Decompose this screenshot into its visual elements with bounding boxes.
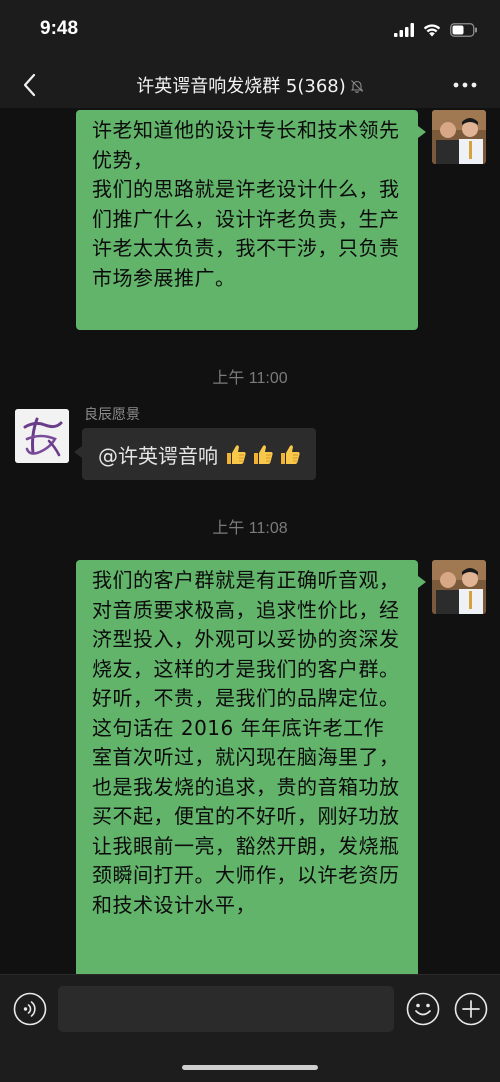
home-indicator[interactable] xyxy=(182,1065,318,1070)
more-button[interactable] xyxy=(450,74,480,96)
thumbs-up-icon xyxy=(227,445,246,464)
outgoing-message[interactable]: 许老知道他的设计专长和技术领先优势， 我们的思路就是许老设计什么，我们推广什么，… xyxy=(76,110,426,330)
user-photo-avatar xyxy=(432,560,486,614)
status-icons xyxy=(394,20,478,40)
bell-muted-icon xyxy=(350,77,364,98)
wifi-icon xyxy=(423,24,441,37)
more-functions-button[interactable] xyxy=(454,992,488,1026)
thumbs-up-icon xyxy=(281,445,300,464)
status-bar: 9:48 xyxy=(0,0,500,62)
user-photo-avatar xyxy=(432,110,486,164)
timestamp: 上午 11:00 xyxy=(212,370,288,387)
chat-title: 许英谔音响发烧群 5(368) xyxy=(0,72,500,98)
calligraphy-avatar xyxy=(15,409,69,463)
voice-button[interactable] xyxy=(13,992,47,1026)
cellular-signal-icon xyxy=(394,23,414,37)
sender-name: 良辰愿景 xyxy=(84,407,140,423)
message-input[interactable] xyxy=(58,986,394,1032)
voice-input-icon xyxy=(13,992,47,1026)
avatar[interactable] xyxy=(432,110,486,164)
emoji-button[interactable] xyxy=(406,992,440,1026)
incoming-message[interactable]: @许英谔音响 xyxy=(74,428,316,480)
status-time: 9:48 xyxy=(40,18,79,39)
thumbs-up-icon xyxy=(254,445,273,464)
timestamp: 上午 11:08 xyxy=(212,520,288,537)
message-list[interactable]: 许老知道他的设计专长和技术领先优势， 我们的思路就是许老设计什么，我们推广什么，… xyxy=(0,108,500,974)
mention-text: @许英谔音响 xyxy=(98,443,218,468)
emoji-smile-icon xyxy=(406,992,440,1026)
emoji-group xyxy=(224,442,302,466)
group-name: 许英谔音响发烧群 5(368) xyxy=(136,76,346,97)
plus-circle-icon xyxy=(454,992,488,1026)
avatar[interactable] xyxy=(432,560,486,614)
input-bar xyxy=(0,974,500,1082)
battery-icon xyxy=(450,23,477,37)
outgoing-message[interactable]: 我们的客户群就是有正确听音观，对音质要求极高，追求性价比，经济型投入，外观可以妥… xyxy=(76,560,426,974)
avatar[interactable] xyxy=(15,409,69,463)
more-dots-icon xyxy=(453,82,477,88)
chat-nav-bar: 许英谔音响发烧群 5(368) xyxy=(0,62,500,108)
